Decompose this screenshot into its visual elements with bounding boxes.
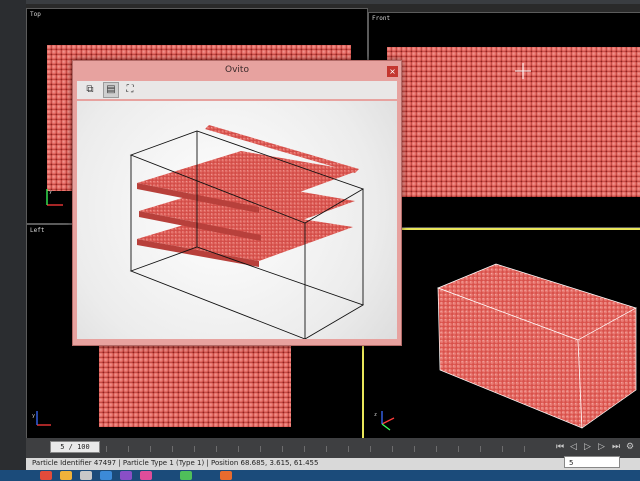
taskbar-app-icon[interactable] [140, 471, 152, 480]
axis-tripod-left: y [32, 411, 51, 426]
fit-view-icon[interactable]: ⛶ [123, 83, 137, 97]
jump-start-icon[interactable]: ⏮ [556, 442, 564, 452]
particles-left-view [99, 343, 291, 427]
step-forward-icon[interactable]: ▷ [598, 442, 605, 452]
ovito-dialog[interactable]: Ovito × ⧉ ▤ ⛶ [72, 60, 402, 346]
viewport-left-label[interactable]: Left [30, 227, 44, 234]
axis-tripod-top: y [46, 189, 63, 206]
axis-tripod-perspective: z [374, 411, 395, 431]
dialog-title: Ovito [225, 65, 249, 75]
os-taskbar [0, 470, 640, 481]
paste-icon[interactable]: ▤ [103, 82, 119, 98]
crosshair-cursor-icon [515, 63, 531, 79]
taskbar-app-icon[interactable] [60, 471, 72, 480]
taskbar-app-icon[interactable] [100, 471, 112, 480]
axis-label-y: y [49, 189, 52, 195]
particles-front-view [387, 47, 640, 197]
axis-label-y-left: y [32, 413, 35, 419]
status-text: Particle Identifier 47497 | Particle Typ… [32, 459, 319, 467]
taskbar-app-icon[interactable] [120, 471, 132, 480]
settings-icon[interactable]: ⚙ [626, 442, 634, 452]
axis-label-z: z [374, 412, 377, 418]
animation-timeline[interactable]: 5 / 100 ⏮ ◁ ▷ ▷ ⏭ ⚙ [26, 438, 640, 458]
step-back-icon[interactable]: ◁ [570, 442, 577, 452]
taskbar-app-icon[interactable] [180, 471, 192, 480]
monitor-bezel-left [0, 0, 26, 481]
status-bar: Particle Identifier 47497 | Particle Typ… [26, 456, 640, 470]
copy-icon[interactable]: ⧉ [83, 83, 97, 97]
frame-spinner[interactable]: 5 [564, 456, 620, 468]
dialog-titlebar[interactable]: Ovito × [73, 61, 401, 81]
viewport-front[interactable]: Front [368, 12, 640, 228]
taskbar-app-icon[interactable] [40, 471, 52, 480]
dialog-toolbar: ⧉ ▤ ⛶ [77, 81, 397, 99]
timeline-ticks [106, 446, 546, 452]
dialog-close-button[interactable]: × [387, 66, 398, 77]
viewport-perspective[interactable]: z [362, 228, 640, 442]
frame-counter[interactable]: 5 / 100 [50, 441, 100, 453]
taskbar-app-icon[interactable] [220, 471, 232, 480]
jump-end-icon[interactable]: ⏭ [612, 442, 620, 452]
perspective-box [437, 263, 637, 429]
taskbar-app-icon[interactable] [80, 471, 92, 480]
viewport-top-label[interactable]: Top [30, 11, 41, 18]
dialog-render-canvas[interactable] [77, 101, 397, 340]
play-icon[interactable]: ▷ [584, 442, 591, 452]
viewport-front-label[interactable]: Front [372, 15, 390, 22]
rendered-scene [129, 125, 365, 340]
